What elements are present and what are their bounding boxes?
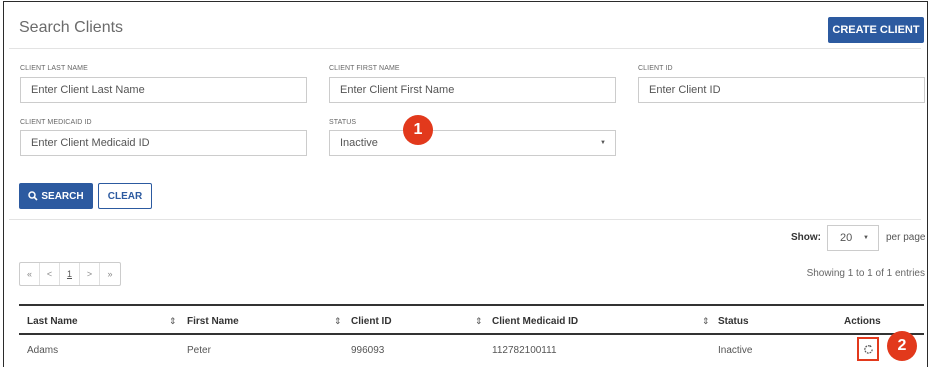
last-name-input[interactable]: Enter Client Last Name [20,77,307,103]
pagination: « < 1 > » [19,262,121,286]
cell-status: Inactive [718,345,753,356]
first-page-button[interactable]: « [20,263,40,285]
column-header-status[interactable]: Status [718,316,749,327]
medicaid-id-input[interactable]: Enter Client Medicaid ID [20,130,307,156]
divider [9,48,921,49]
table-border [19,304,924,306]
cell-last-name: Adams [27,345,59,356]
sort-icon[interactable]: ⇕ [334,316,342,327]
table-header-border [19,333,924,335]
cell-first-name: Peter [187,345,211,356]
search-button-label: SEARCH [41,190,84,202]
callout-badge-1: 1 [403,115,433,145]
first-name-label: CLIENT FIRST NAME [329,65,400,72]
last-name-label: CLIENT LAST NAME [20,65,88,72]
show-label: Show: [791,232,821,243]
column-header-client-id[interactable]: Client ID [351,316,392,327]
sort-icon[interactable]: ⇕ [169,316,177,327]
create-client-button[interactable]: CREATE CLIENT [828,17,924,43]
status-label: STATUS [329,119,357,126]
per-page-label: per page [886,232,926,243]
reactivate-button[interactable] [857,337,879,361]
dropdown-arrow-icon: ▼ [600,140,606,146]
last-page-button[interactable]: » [100,263,120,285]
sort-icon[interactable]: ⇕ [475,316,483,327]
page-title: Search Clients [19,19,124,36]
page-1-button[interactable]: 1 [60,263,80,285]
status-value: Inactive [340,137,378,149]
entries-info: Showing 1 to 1 of 1 entries [806,268,925,279]
cell-medicaid-id: 112782100111 [492,345,557,356]
dropdown-arrow-icon: ▼ [863,235,869,241]
prev-page-button[interactable]: < [40,263,60,285]
clear-button[interactable]: CLEAR [98,183,152,209]
cell-client-id: 996093 [351,345,385,356]
callout-badge-2: 2 [887,331,917,361]
client-id-label: CLIENT ID [638,65,673,72]
client-id-input[interactable]: Enter Client ID [638,77,925,103]
status-select[interactable]: Inactive ▼ [329,130,616,156]
refresh-icon [863,344,873,354]
sort-icon[interactable]: ⇕ [702,316,710,327]
next-page-button[interactable]: > [80,263,100,285]
column-header-medicaid-id[interactable]: Client Medicaid ID [492,316,578,327]
per-page-select[interactable]: 20 ▼ [827,225,879,251]
search-button[interactable]: SEARCH [19,183,93,209]
first-name-input[interactable]: Enter Client First Name [329,77,616,103]
column-header-last-name[interactable]: Last Name [27,316,78,327]
column-header-actions: Actions [844,316,881,327]
medicaid-id-label: CLIENT MEDICAID ID [20,119,92,126]
divider [9,219,921,220]
column-header-first-name[interactable]: First Name [187,316,239,327]
per-page-value: 20 [840,232,853,244]
search-icon [28,191,38,201]
